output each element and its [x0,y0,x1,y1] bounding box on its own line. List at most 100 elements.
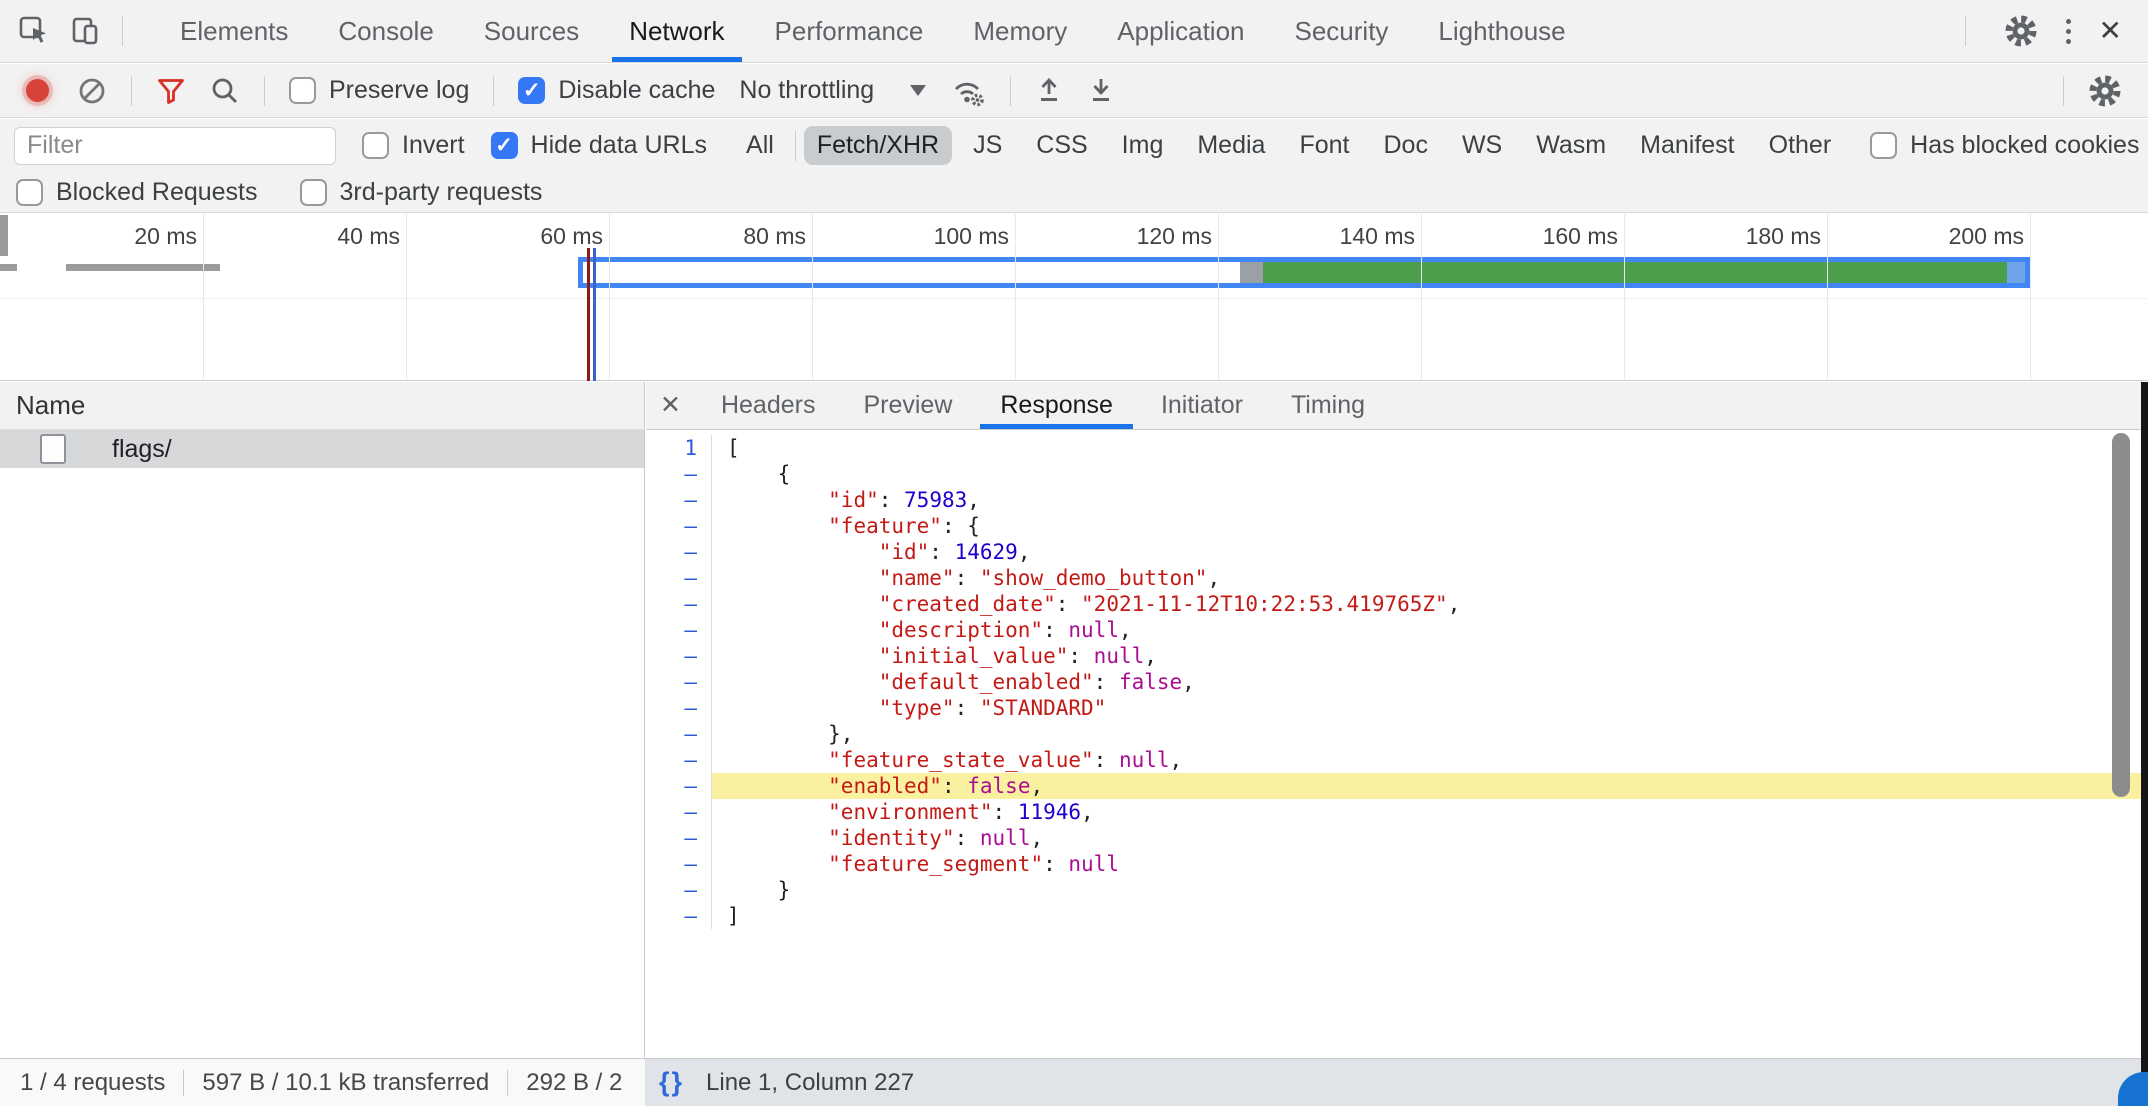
clear-icon[interactable] [77,76,107,106]
fold-marker[interactable]: – [646,877,712,903]
response-code-view[interactable]: 1[– {– "id": 75983,– "feature": {– "id":… [646,430,2148,1058]
details-tab-preview[interactable]: Preview [839,382,976,429]
type-filter-ws[interactable]: WS [1449,126,1515,165]
kebab-menu-icon[interactable] [2066,19,2071,44]
tab-network[interactable]: Network [604,0,749,62]
tab-console[interactable]: Console [313,0,458,62]
fold-marker[interactable]: – [646,591,712,617]
close-devtools-icon[interactable]: ✕ [2099,17,2122,45]
wifi-gear-icon[interactable] [950,75,986,107]
blocked-requests-checkbox[interactable]: Blocked Requests [16,178,258,207]
code-text: "name": "show_demo_button", [712,565,2148,591]
invert-checkbox[interactable]: Invert [362,131,465,160]
tab-elements[interactable]: Elements [155,0,313,62]
fold-marker[interactable]: – [646,825,712,851]
type-filter-font[interactable]: Font [1286,126,1362,165]
fold-marker[interactable]: – [646,721,712,747]
hide-data-urls-checkbox[interactable]: Hide data URLs [491,131,707,160]
import-icon[interactable] [1035,76,1063,106]
token-p: : [1043,852,1068,876]
type-filter-img[interactable]: Img [1109,126,1177,165]
details-tab-initiator[interactable]: Initiator [1137,382,1267,429]
chevron-down-icon [910,85,926,96]
fold-marker[interactable]: – [646,695,712,721]
timeline-gridline [406,214,407,380]
code-text: { [712,461,2148,487]
token-p: : [1056,592,1081,616]
fold-marker[interactable]: – [646,461,712,487]
token-p: : [955,826,980,850]
fold-marker[interactable]: – [646,643,712,669]
details-tab-timing[interactable]: Timing [1267,382,1389,429]
tab-sources[interactable]: Sources [459,0,604,62]
search-icon[interactable] [210,76,240,106]
fold-marker[interactable]: – [646,513,712,539]
overview-request-bar[interactable] [578,257,2030,288]
third-party-checkbox[interactable]: 3rd-party requests [300,178,543,207]
name-column-header[interactable]: Name [0,382,644,430]
overview-edge-bar [0,215,8,256]
token-p [727,540,879,564]
hide-data-urls-label: Hide data URLs [531,131,707,160]
network-settings-gear-icon[interactable] [2088,74,2122,108]
throttling-select[interactable]: No throttling [739,76,926,105]
type-filter-js[interactable]: JS [960,126,1015,165]
tab-performance[interactable]: Performance [750,0,949,62]
disable-cache-checkbox[interactable]: Disable cache [518,76,715,105]
tab-lighthouse[interactable]: Lighthouse [1413,0,1590,62]
tab-application[interactable]: Application [1092,0,1269,62]
fold-marker[interactable]: – [646,539,712,565]
token-a: null [980,826,1031,850]
fold-marker[interactable]: – [646,773,712,799]
inspect-icon[interactable] [18,15,50,47]
fold-marker[interactable]: – [646,903,712,929]
divider [795,131,796,161]
request-row-flags[interactable]: flags/ [0,430,644,468]
fold-marker[interactable]: – [646,747,712,773]
token-p: , [1144,644,1157,668]
document-icon [40,434,66,464]
type-filter-css[interactable]: CSS [1023,126,1100,165]
tab-memory[interactable]: Memory [948,0,1092,62]
timeline-tick-label: 200 ms [1910,220,2024,252]
funnel-icon[interactable] [156,76,186,106]
scrollbar-thumb[interactable] [2112,433,2130,797]
token-p [727,826,828,850]
line-number[interactable]: 1 [646,435,712,461]
code-text: "initial_value": null, [712,643,2148,669]
type-filter-wasm[interactable]: Wasm [1523,126,1619,165]
close-details-icon[interactable]: ✕ [646,393,697,418]
code-line: 1[ [646,435,2148,461]
filter-input[interactable] [14,127,336,165]
type-filter-all[interactable]: All [733,126,787,165]
code-text: "id": 75983, [712,487,2148,513]
has-blocked-cookies-label: Has blocked cookies [1910,131,2139,160]
has-blocked-cookies-checkbox[interactable]: Has blocked cookies [1870,131,2139,160]
network-overview[interactable]: 20 ms40 ms60 ms80 ms100 ms120 ms140 ms16… [0,214,2148,381]
device-toolbar-icon[interactable] [70,15,102,47]
request-details-panel: ✕ HeadersPreviewResponseInitiatorTiming … [646,382,2148,1058]
type-filter-other[interactable]: Other [1756,126,1845,165]
type-filter-manifest[interactable]: Manifest [1627,126,1747,165]
token-s: "show_demo_button" [980,566,1208,590]
fold-marker[interactable]: – [646,669,712,695]
type-filter-media[interactable]: Media [1184,126,1278,165]
fold-marker[interactable]: – [646,617,712,643]
fold-marker[interactable]: – [646,851,712,877]
token-p [727,592,879,616]
preserve-log-checkbox[interactable]: Preserve log [289,76,469,105]
fold-marker[interactable]: – [646,565,712,591]
fold-marker[interactable]: – [646,799,712,825]
format-braces-icon[interactable]: {} [659,1067,684,1098]
fold-marker[interactable]: – [646,487,712,513]
details-tab-headers[interactable]: Headers [697,382,840,429]
token-k: "default_enabled" [879,670,1094,694]
tab-security[interactable]: Security [1270,0,1414,62]
record-icon[interactable] [26,79,49,102]
export-icon[interactable] [1087,76,1115,106]
gear-icon[interactable] [2004,14,2038,48]
type-filter-fetchxhr[interactable]: Fetch/XHR [804,126,952,165]
type-filter-doc[interactable]: Doc [1370,126,1440,165]
token-a: false [967,774,1030,798]
details-tab-response[interactable]: Response [976,382,1137,429]
